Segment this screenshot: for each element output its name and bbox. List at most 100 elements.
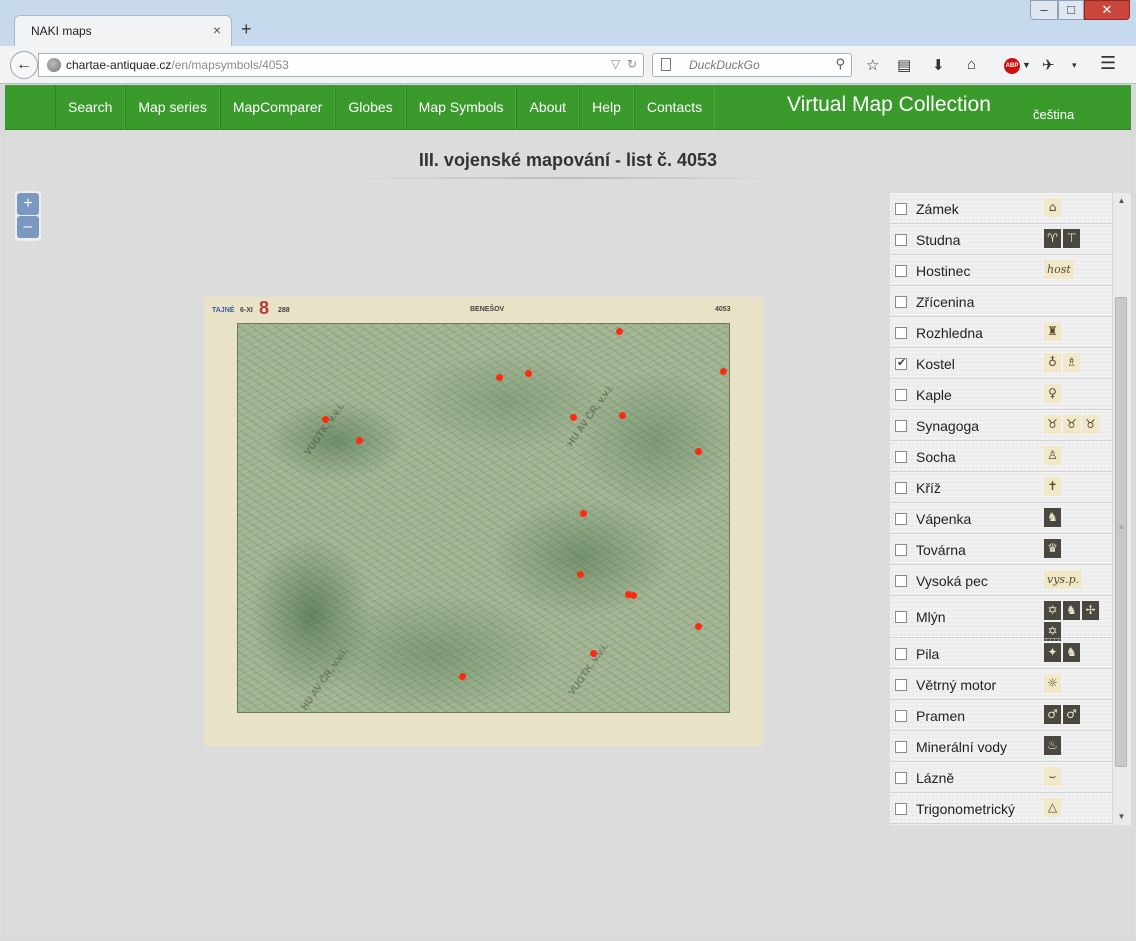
legend-label: Studna xyxy=(916,232,961,248)
legend-item[interactable]: Lázně ⌣ xyxy=(890,762,1113,793)
scrollbar-thumb[interactable]: ≡ xyxy=(1115,297,1127,767)
legend-checkbox[interactable] xyxy=(895,203,907,215)
map-poi-marker[interactable] xyxy=(496,374,504,382)
legend-item[interactable]: Trigonometrický △ xyxy=(890,793,1113,824)
legend-item[interactable]: Studna ♈ ⊤ xyxy=(890,224,1113,255)
legend-checkbox[interactable] xyxy=(895,265,907,277)
legend-item[interactable]: Minerální vody ♨ xyxy=(890,731,1113,762)
scroll-up-arrow-icon[interactable]: ▲ xyxy=(1113,193,1130,209)
legend-checkbox[interactable] xyxy=(895,451,907,463)
legend-item[interactable]: Hostinec host xyxy=(890,255,1113,286)
legend-scrollbar[interactable]: ▲ ≡ ▼ xyxy=(1112,193,1129,825)
hamburger-menu-icon[interactable]: ☰ xyxy=(1100,53,1116,74)
legend-checkbox[interactable] xyxy=(895,611,907,623)
legend-checkbox[interactable] xyxy=(895,327,907,339)
legend-symbols: ✦ ♞ xyxy=(1044,643,1108,664)
window-minimize-button[interactable]: – xyxy=(1030,0,1058,20)
legend-checkbox[interactable] xyxy=(895,803,907,815)
url-bar-icons: ▽ ↻ xyxy=(611,57,637,71)
legend-item[interactable]: Kříž ✝ xyxy=(890,472,1113,503)
language-switch[interactable]: čeština xyxy=(1033,107,1074,122)
legend-checkbox[interactable] xyxy=(895,710,907,722)
map-poi-marker[interactable] xyxy=(619,412,627,420)
map-poi-marker[interactable] xyxy=(459,673,467,681)
map-poi-marker[interactable] xyxy=(579,509,587,517)
map-poi-marker[interactable] xyxy=(694,447,702,455)
site-brand[interactable]: Virtual Map Collection xyxy=(787,93,991,117)
browser-tab[interactable]: NAKI maps × xyxy=(14,15,232,47)
url-bar[interactable]: chartae-antiquae.cz/en/mapsymbols/4053 ▽… xyxy=(38,53,644,77)
dropdown-triangle-icon[interactable]: ▽ xyxy=(611,57,620,71)
adblock-dropdown-icon[interactable]: ▼ xyxy=(1022,60,1031,70)
legend-checkbox[interactable] xyxy=(895,575,907,587)
window-close-button[interactable]: ✕ xyxy=(1084,0,1130,20)
toolbar-dropdown-icon[interactable]: ▾ xyxy=(1072,60,1077,71)
legend-checkbox[interactable] xyxy=(895,356,907,370)
zoom-in-button[interactable]: + xyxy=(17,193,39,215)
reload-icon[interactable]: ↻ xyxy=(627,57,637,71)
search-icon[interactable]: ⚲ xyxy=(835,56,845,72)
legend-item[interactable]: Synagoga ♉ ♉ ♉ xyxy=(890,410,1113,441)
adblock-icon[interactable]: ABP xyxy=(1004,58,1020,74)
map-poi-marker[interactable] xyxy=(720,368,728,376)
pin-icon[interactable]: ✈ xyxy=(1042,56,1055,74)
legend-item[interactable]: Vysoká pec vys.p. xyxy=(890,565,1113,596)
legend-item[interactable]: Větrný motor ☼ xyxy=(890,669,1113,700)
window-maximize-button[interactable]: □ xyxy=(1058,0,1084,20)
legend-checkbox[interactable] xyxy=(895,234,907,246)
legend-checkbox[interactable] xyxy=(895,389,907,401)
legend-checkbox[interactable] xyxy=(895,648,907,660)
home-icon[interactable]: ⌂ xyxy=(967,56,976,73)
search-engine-icon[interactable] xyxy=(661,58,671,71)
new-tab-button[interactable]: + xyxy=(241,19,252,40)
map-sheet[interactable]: TAJNÉ 6-XI 8 288 BENEŠOV 4053 VUGTK, v.v… xyxy=(204,297,763,746)
bookmark-star-icon[interactable]: ☆ xyxy=(866,56,879,74)
menu-map-series[interactable]: Map series xyxy=(125,85,220,130)
legend-item[interactable]: Rozhledna ♜ xyxy=(890,317,1113,348)
legend-item[interactable]: Zámek ⌂ xyxy=(890,193,1113,224)
map-sheet-name: BENEŠOV xyxy=(470,306,505,313)
legend-checkbox[interactable] xyxy=(895,296,907,308)
legend-item[interactable]: Socha ♙ xyxy=(890,441,1113,472)
legend-checkbox[interactable] xyxy=(895,420,907,432)
legend-checkbox[interactable] xyxy=(895,482,907,494)
legend-checkbox[interactable] xyxy=(895,513,907,525)
menu-search[interactable]: Search xyxy=(55,85,126,130)
legend-checkbox[interactable] xyxy=(895,741,907,753)
map-image[interactable]: VUGTK, v.v.i. HU AV ČR, v.v.i. HU AV ČR,… xyxy=(237,323,730,713)
legend-checkbox[interactable] xyxy=(895,772,907,784)
menu-mapcomparer[interactable]: MapComparer xyxy=(219,85,336,130)
legend-checkbox[interactable] xyxy=(895,679,907,691)
map-symbol-icon: vys.p. xyxy=(1044,570,1083,589)
legend-label: Minerální vody xyxy=(916,739,1008,755)
tab-close-icon[interactable]: × xyxy=(213,22,221,38)
menu-map-symbols[interactable]: Map Symbols xyxy=(405,85,517,130)
search-input[interactable]: DuckDuckGo xyxy=(689,58,760,72)
legend-item[interactable]: Zřícenina xyxy=(890,286,1113,317)
download-icon[interactable]: ⬇ xyxy=(932,56,945,74)
legend-item[interactable]: Vápenka ♞ xyxy=(890,503,1113,534)
back-button[interactable]: ← xyxy=(10,51,38,79)
legend-item[interactable]: Mlýn ✡ ♞ ✢ ✡ xyxy=(890,596,1113,641)
map-poi-marker[interactable] xyxy=(525,370,533,378)
menu-contacts[interactable]: Contacts xyxy=(633,85,716,130)
search-bar[interactable]: DuckDuckGo ⚲ xyxy=(652,53,852,77)
map-poi-marker[interactable] xyxy=(355,437,363,445)
map-poi-marker[interactable] xyxy=(570,413,578,421)
legend-checkbox[interactable] xyxy=(895,544,907,556)
menu-about[interactable]: About xyxy=(516,85,580,130)
zoom-out-button[interactable]: – xyxy=(17,216,39,238)
legend-item[interactable]: Pramen ♂ ♂ xyxy=(890,700,1113,731)
map-poi-marker[interactable] xyxy=(630,592,638,600)
reading-list-icon[interactable]: ▤ xyxy=(897,56,911,74)
map-poi-marker[interactable] xyxy=(694,623,702,631)
menu-help[interactable]: Help xyxy=(579,85,634,130)
scroll-down-arrow-icon[interactable]: ▼ xyxy=(1113,809,1130,825)
legend-item[interactable]: Kostel ♁♗ xyxy=(890,348,1113,379)
legend-item[interactable]: Pila ✦ ♞ xyxy=(890,638,1113,669)
map-poi-marker[interactable] xyxy=(616,327,624,335)
menu-globes[interactable]: Globes xyxy=(335,85,406,130)
legend-item[interactable]: Továrna ♛ xyxy=(890,534,1113,565)
map-poi-marker[interactable] xyxy=(576,570,584,578)
legend-item[interactable]: Kaple ♀ xyxy=(890,379,1113,410)
